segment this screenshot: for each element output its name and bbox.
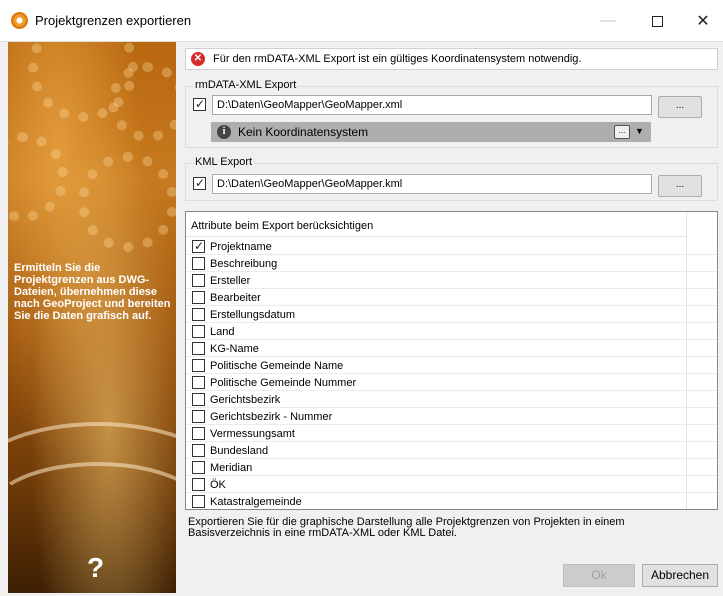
attribute-row[interactable]: Beschreibung [186,255,717,272]
attribute-label: Katastralgemeinde [210,496,302,508]
attribute-label: Gerichtsbezirk [210,394,281,406]
attribute-label: Projektname [210,241,272,253]
attribute-checkbox[interactable] [192,376,205,389]
app-gear-icon [11,12,28,29]
xml-browse-button[interactable]: ... [658,96,702,118]
attribute-label: Erstellungsdatum [210,309,295,321]
gear-decoration [8,132,68,222]
attribute-row[interactable]: Politische Gemeinde Name [186,357,717,374]
xml-path-input[interactable]: D:\Daten\GeoMapper\GeoMapper.xml [212,95,652,115]
attribute-row[interactable]: Politische Gemeinde Nummer [186,374,717,391]
error-message-bar: ✕ Für den rmDATA-XML Export ist ein gült… [185,48,718,70]
gear-decoration [78,152,176,252]
attribute-label: KG-Name [210,343,259,355]
attribute-checkbox[interactable] [192,239,205,253]
help-icon[interactable]: ? [87,552,104,584]
attribute-checkbox[interactable] [192,342,205,355]
footer-description: Exportieren Sie für die graphische Darst… [188,516,625,539]
attribute-list[interactable]: Attribute beim Export berücksichtigen Pr… [185,211,718,510]
attribute-checkbox[interactable] [192,359,205,372]
attribute-checkbox[interactable] [192,325,205,338]
attribute-checkbox[interactable] [192,495,205,508]
attribute-checkbox[interactable] [192,427,205,440]
attribute-row[interactable]: KG-Name [186,340,717,357]
attribute-row[interactable]: Vermessungsamt [186,425,717,442]
highway-decoration [8,462,176,562]
attribute-label: Ersteller [210,275,251,287]
minimize-button[interactable]: — [585,0,631,42]
kml-export-checkbox[interactable] [193,176,206,190]
attribute-checkbox[interactable] [192,257,205,270]
attribute-row[interactable]: Projektname [186,238,717,255]
attribute-label: Vermessungsamt [210,428,295,440]
attribute-row[interactable]: Land [186,323,717,340]
kml-export-title: KML Export [193,156,255,168]
title-bar: Projektgrenzen exportieren — ✕ [0,0,723,42]
window-title: Projektgrenzen exportieren [35,13,192,28]
attribute-label: Politische Gemeinde Name [210,360,344,372]
coordinate-system-button[interactable]: ... [614,125,630,139]
attribute-row[interactable]: Bundesland [186,442,717,459]
attribute-list-header-label: Attribute beim Export berücksichtigen [191,220,374,232]
attribute-checkbox[interactable] [192,444,205,457]
attribute-label: Gerichtsbezirk - Nummer [210,411,333,423]
coordinate-system-value: Kein Koordinatensystem [238,125,369,139]
xml-export-checkbox[interactable] [193,97,206,111]
attribute-row[interactable]: Bearbeiter [186,289,717,306]
attribute-label: Bundesland [210,445,269,457]
maximize-icon [651,15,663,27]
attribute-checkbox[interactable] [192,393,205,406]
attribute-row[interactable]: Katastralgemeinde [186,493,717,509]
attribute-row[interactable]: Meridian [186,459,717,476]
error-message: Für den rmDATA-XML Export ist ein gültig… [213,53,582,65]
attribute-label: Politische Gemeinde Nummer [210,377,357,389]
sidebar-banner-image: Ermitteln Sie die Projektgrenzen aus DWG… [8,42,176,593]
info-icon: i [217,125,231,139]
attribute-checkbox[interactable] [192,291,205,304]
kml-path-input[interactable]: D:\Daten\GeoMapper\GeoMapper.kml [212,174,652,194]
xml-export-title: rmDATA-XML Export [193,79,299,91]
sidebar-description: Ermitteln Sie die Projektgrenzen aus DWG… [14,262,171,322]
attribute-checkbox[interactable] [192,410,205,423]
attribute-checkbox[interactable] [192,478,205,491]
cancel-button[interactable]: Abbrechen [642,564,718,587]
attribute-checkbox[interactable] [192,461,205,474]
attribute-row[interactable]: Gerichtsbezirk - Nummer [186,408,717,425]
attribute-label: Land [210,326,235,338]
ok-button[interactable]: Ok [563,564,635,587]
gear-decoration [108,62,176,142]
error-icon: ✕ [191,52,205,66]
chevron-down-icon[interactable]: ▼ [635,126,644,136]
maximize-button[interactable] [634,0,680,42]
attribute-label: Beschreibung [210,258,278,270]
attribute-label: Bearbeiter [210,292,261,304]
attribute-row[interactable]: ÖK [186,476,717,493]
attribute-row[interactable]: Ersteller [186,272,717,289]
attribute-row[interactable]: Gerichtsbezirk [186,391,717,408]
coordinate-system-select[interactable]: i Kein Koordinatensystem ... ▼ [211,122,651,142]
kml-export-group: KML Export D:\Daten\GeoMapper\GeoMapper.… [185,156,718,201]
attribute-label: ÖK [210,479,226,491]
attribute-label: Meridian [210,462,253,474]
attribute-checkbox[interactable] [192,274,205,287]
attribute-list-header: Attribute beim Export berücksichtigen [186,212,686,237]
attribute-row[interactable]: Erstellungsdatum [186,306,717,323]
kml-browse-button[interactable]: ... [658,175,702,197]
close-button[interactable]: ✕ [680,0,723,42]
attribute-checkbox[interactable] [192,308,205,321]
